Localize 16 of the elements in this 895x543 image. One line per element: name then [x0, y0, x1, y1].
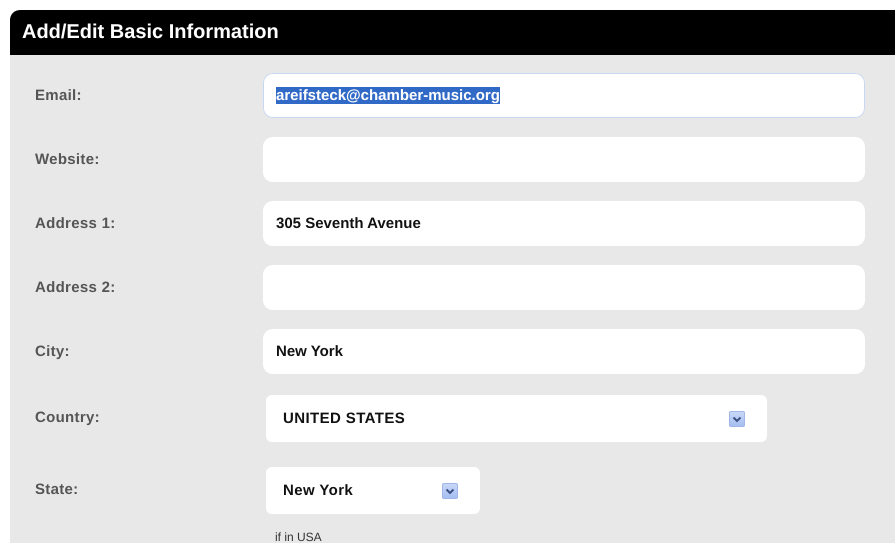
- field-label: Website:: [35, 150, 101, 170]
- input-field[interactable]: areifsteck@chamber-music.org: [263, 73, 865, 118]
- chevron-down-icon: [442, 482, 458, 498]
- chevron-down-icon: [729, 410, 745, 426]
- input-field[interactable]: 305 Seventh Avenue: [263, 201, 865, 246]
- field-label: City:: [35, 342, 71, 362]
- input-field[interactable]: New York: [263, 329, 865, 374]
- panel-title: Add/Edit Basic Information: [10, 10, 895, 55]
- field-label: Address 1:: [35, 214, 117, 234]
- dropdown[interactable]: New York: [266, 467, 480, 514]
- field-label: Email:: [35, 86, 83, 106]
- hint-text: if in USA: [275, 530, 323, 543]
- field-label: Country:: [35, 408, 101, 428]
- field-label: State:: [35, 480, 80, 500]
- dropdown[interactable]: UNITED STATES: [266, 395, 767, 442]
- field-label: Address 2:: [35, 278, 117, 298]
